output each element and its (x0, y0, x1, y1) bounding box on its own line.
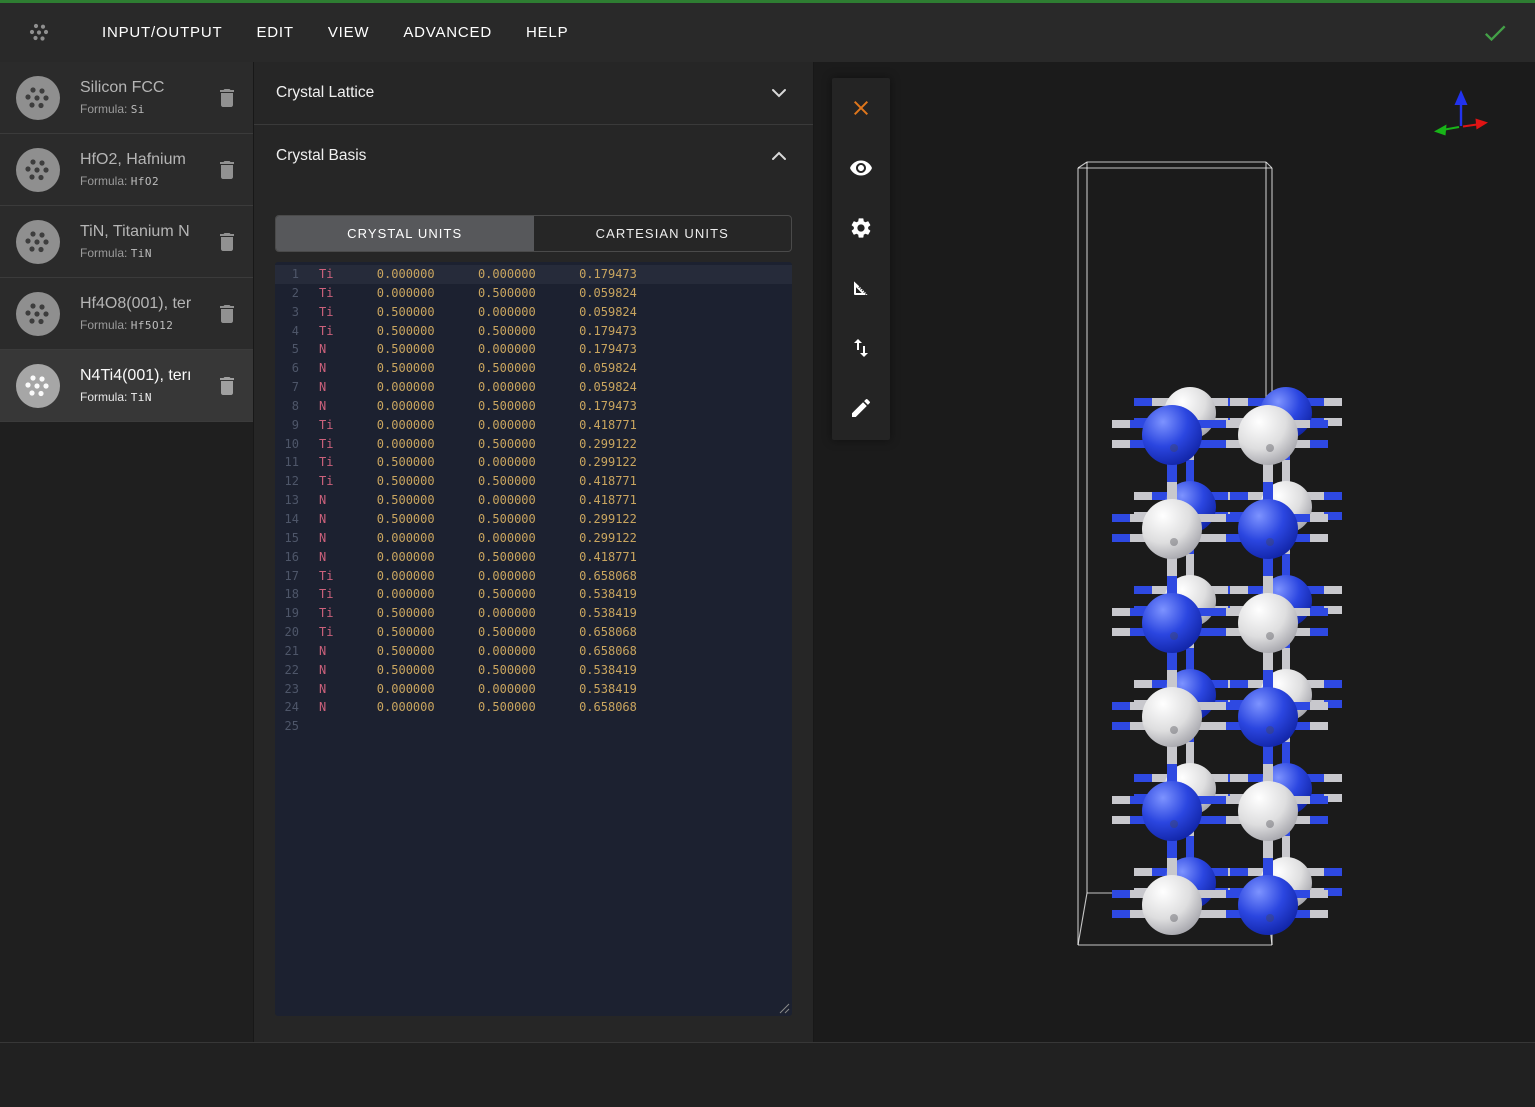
materials-list: Silicon FCC Formula: Si HfO2, Hafnium Fo… (0, 62, 253, 1042)
basis-line: 23N 0.000000 0.000000 0.538419 (275, 680, 792, 699)
material-avatar-icon (16, 148, 60, 192)
viewer-toolbar (832, 78, 890, 440)
tab-crystal-units[interactable]: CRYSTAL UNITS (276, 216, 534, 251)
material-name: HfO2, Hafnium (80, 151, 215, 169)
material-item-tin[interactable]: TiN, Titanium N Formula: TiN (0, 206, 253, 278)
measure-ruler-icon (849, 276, 873, 300)
app-logo-icon (27, 20, 53, 46)
chevron-up-icon (771, 151, 787, 161)
material-avatar-icon (16, 76, 60, 120)
material-avatar-icon (16, 220, 60, 264)
basis-line: 10Ti 0.000000 0.500000 0.299122 (275, 435, 792, 454)
basis-line: 13N 0.500000 0.000000 0.418771 (275, 491, 792, 510)
basis-line: 8N 0.000000 0.500000 0.179473 (275, 397, 792, 416)
section-crystal-basis[interactable]: Crystal Basis (254, 125, 813, 187)
settings-button[interactable] (832, 198, 890, 258)
basis-line-empty: 25 (275, 717, 792, 736)
menu-view[interactable]: VIEW (311, 24, 387, 41)
basis-line: 5N 0.500000 0.000000 0.179473 (275, 340, 792, 359)
tab-cartesian-units[interactable]: CARTESIAN UNITS (534, 216, 792, 251)
formula-value: Si (131, 103, 145, 116)
basis-line: 24N 0.000000 0.500000 0.658068 (275, 698, 792, 717)
formula-value: TiN (131, 247, 152, 260)
basis-editor-lines: 1Ti 0.000000 0.000000 0.1794732Ti 0.0000… (275, 262, 792, 736)
footer-bar (0, 1042, 1535, 1107)
section-crystal-lattice[interactable]: Crystal Lattice (254, 62, 813, 124)
basis-line: 6N 0.500000 0.500000 0.059824 (275, 359, 792, 378)
basis-line: 1Ti 0.000000 0.000000 0.179473 (275, 265, 792, 284)
formula-label: Formula: (80, 318, 127, 332)
menu-edit[interactable]: EDIT (239, 24, 310, 41)
y-axis-arrow (1434, 125, 1447, 136)
basis-line: 22N 0.500000 0.500000 0.538419 (275, 661, 792, 680)
material-name: Hf4O8(001), ter (80, 295, 215, 313)
basis-line: 3Ti 0.500000 0.000000 0.059824 (275, 303, 792, 322)
basis-line: 9Ti 0.000000 0.000000 0.418771 (275, 416, 792, 435)
basis-line: 7N 0.000000 0.000000 0.059824 (275, 378, 792, 397)
chevron-down-icon (771, 88, 787, 98)
units-tab-group: CRYSTAL UNITS CARTESIAN UNITS (275, 215, 792, 252)
materials-designer-app: INPUT/OUTPUT EDIT VIEW ADVANCED HELP Sil… (0, 0, 1535, 1107)
swap-axes-button[interactable] (832, 318, 890, 378)
delete-material-icon[interactable] (215, 302, 239, 326)
formula-value: HfO2 (131, 175, 160, 188)
menu-advanced[interactable]: ADVANCED (386, 24, 509, 41)
edit-button[interactable] (832, 378, 890, 438)
basis-coordinates-editor[interactable]: 1Ti 0.000000 0.000000 0.1794732Ti 0.0000… (275, 262, 792, 1016)
material-item-hf4o8-001[interactable]: Hf4O8(001), ter Formula: Hf5O12 (0, 278, 253, 350)
z-axis-arrow (1455, 90, 1468, 105)
basis-line: 16N 0.000000 0.500000 0.418771 (275, 548, 792, 567)
delete-material-icon[interactable] (215, 374, 239, 398)
basis-line: 21N 0.500000 0.000000 0.658068 (275, 642, 792, 661)
formula-label: Formula: (80, 174, 127, 188)
axes-gizmo (1429, 84, 1493, 148)
close-icon (849, 96, 873, 120)
visibility-button[interactable] (832, 138, 890, 198)
resize-grip[interactable] (777, 1001, 790, 1014)
basis-line: 17Ti 0.000000 0.000000 0.658068 (275, 567, 792, 586)
menu-input-output[interactable]: INPUT/OUTPUT (85, 24, 239, 41)
menu-help[interactable]: HELP (509, 24, 585, 41)
delete-material-icon[interactable] (215, 230, 239, 254)
material-avatar-icon (16, 292, 60, 336)
delete-material-icon[interactable] (215, 86, 239, 110)
basis-line: 15N 0.000000 0.000000 0.299122 (275, 529, 792, 548)
material-item-silicon-fcc[interactable]: Silicon FCC Formula: Si (0, 62, 253, 134)
crystal-3d-scene[interactable] (814, 62, 1535, 1042)
formula-label: Formula: (80, 102, 127, 116)
basis-line: 18Ti 0.000000 0.500000 0.538419 (275, 585, 792, 604)
basis-line: 2Ti 0.000000 0.500000 0.059824 (275, 284, 792, 303)
section-title: Crystal Basis (276, 147, 366, 165)
structure-3d-viewer (814, 62, 1535, 1042)
structure-editor-panel: Crystal Lattice Crystal Basis CRYSTAL UN… (253, 62, 814, 1042)
gear-icon (849, 216, 873, 240)
material-name: TiN, Titanium N (80, 223, 215, 241)
formula-value: TiN (131, 391, 152, 404)
material-name: Silicon FCC (80, 79, 215, 97)
basis-line: 12Ti 0.500000 0.500000 0.418771 (275, 472, 792, 491)
material-item-n4ti4-001-selected[interactable]: N4Ti4(001), terı Formula: TiN (0, 350, 253, 422)
swap-vertical-icon (849, 336, 873, 360)
main-menu: INPUT/OUTPUT EDIT VIEW ADVANCED HELP (85, 24, 585, 41)
menu-bar: INPUT/OUTPUT EDIT VIEW ADVANCED HELP (0, 3, 1535, 62)
section-title: Crystal Lattice (276, 84, 374, 102)
eye-icon (849, 156, 873, 180)
basis-line: 14N 0.500000 0.500000 0.299122 (275, 510, 792, 529)
basis-line: 19Ti 0.500000 0.000000 0.538419 (275, 604, 792, 623)
basis-line: 11Ti 0.500000 0.000000 0.299122 (275, 453, 792, 472)
pencil-icon (849, 396, 873, 420)
measure-button[interactable] (832, 258, 890, 318)
formula-value: Hf5O12 (131, 319, 174, 332)
material-item-hfo2[interactable]: HfO2, Hafnium Formula: HfO2 (0, 134, 253, 206)
delete-material-icon[interactable] (215, 158, 239, 182)
close-button[interactable] (832, 78, 890, 138)
basis-line: 20Ti 0.500000 0.500000 0.658068 (275, 623, 792, 642)
formula-label: Formula: (80, 390, 127, 404)
material-avatar-icon (16, 364, 60, 408)
material-name: N4Ti4(001), terı (80, 367, 215, 385)
save-check-icon[interactable] (1481, 19, 1509, 47)
x-axis-arrow (1476, 119, 1489, 130)
basis-line: 4Ti 0.500000 0.500000 0.179473 (275, 322, 792, 341)
formula-label: Formula: (80, 246, 127, 260)
